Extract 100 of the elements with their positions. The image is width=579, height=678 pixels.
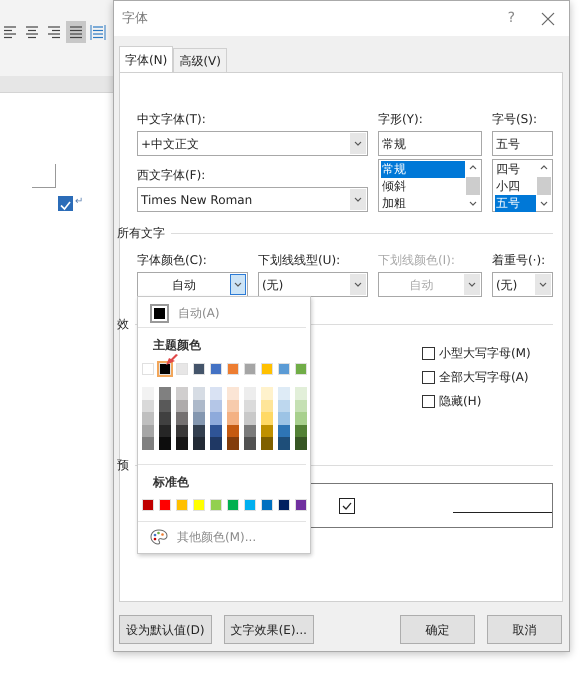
tab[interactable]: 高级(V) bbox=[173, 48, 227, 72]
color-swatch[interactable] bbox=[227, 387, 239, 400]
list-item[interactable]: 常规 bbox=[381, 161, 465, 178]
color-swatch[interactable] bbox=[295, 498, 307, 511]
color-swatch[interactable] bbox=[159, 424, 171, 438]
color-swatch[interactable] bbox=[261, 424, 273, 438]
color-swatch[interactable] bbox=[193, 412, 205, 425]
checkbox[interactable] bbox=[422, 346, 435, 360]
color-swatch[interactable] bbox=[210, 424, 222, 438]
color-swatch[interactable] bbox=[261, 387, 273, 400]
list-box[interactable]: 常规 倾斜 加粗 bbox=[378, 159, 482, 212]
color-swatch[interactable] bbox=[278, 424, 290, 438]
color-swatch[interactable] bbox=[295, 412, 307, 425]
color-swatch[interactable] bbox=[295, 400, 307, 412]
list-box[interactable]: 四号 小四 五号 bbox=[492, 159, 553, 212]
list-item[interactable]: 四号 bbox=[495, 161, 536, 178]
color-swatch[interactable] bbox=[210, 387, 222, 400]
color-swatch[interactable] bbox=[278, 498, 290, 511]
color-swatch[interactable] bbox=[244, 363, 256, 375]
color-swatch[interactable] bbox=[142, 424, 154, 438]
input-field[interactable]: 五号 bbox=[492, 131, 553, 156]
dialog-button[interactable]: 取消 bbox=[487, 615, 562, 644]
dropdown-button[interactable] bbox=[535, 274, 551, 295]
combo-box[interactable]: (无) bbox=[258, 272, 368, 297]
color-swatch[interactable] bbox=[244, 400, 256, 412]
color-swatch[interactable] bbox=[193, 498, 205, 511]
color-swatch[interactable] bbox=[244, 412, 256, 425]
color-swatch[interactable] bbox=[244, 498, 256, 511]
dialog-button[interactable]: 设为默认值(D) bbox=[119, 615, 212, 644]
color-swatch[interactable] bbox=[193, 387, 205, 400]
color-swatch[interactable] bbox=[261, 363, 273, 375]
checkbox[interactable] bbox=[422, 394, 435, 408]
justify-button[interactable] bbox=[66, 21, 86, 43]
color-swatch[interactable] bbox=[210, 412, 222, 425]
list-item[interactable]: 加粗 bbox=[381, 195, 465, 212]
color-swatch[interactable] bbox=[159, 437, 171, 450]
color-swatch[interactable] bbox=[176, 424, 188, 438]
menu-item[interactable]: 其他颜色(M)... bbox=[142, 526, 302, 548]
color-swatch[interactable] bbox=[227, 363, 239, 375]
color-swatch[interactable] bbox=[159, 400, 171, 412]
close-button[interactable] bbox=[541, 12, 555, 26]
color-swatch[interactable] bbox=[278, 400, 290, 412]
color-swatch[interactable] bbox=[142, 498, 154, 511]
dialog-button[interactable]: 文字效果(E)... bbox=[224, 615, 314, 644]
color-swatch[interactable] bbox=[278, 412, 290, 425]
combo-box[interactable]: 自动 bbox=[137, 272, 248, 297]
color-swatch[interactable] bbox=[193, 437, 205, 450]
color-swatch[interactable] bbox=[261, 498, 273, 511]
dropdown-button[interactable] bbox=[350, 274, 366, 295]
menu-item[interactable]: 自动(A) bbox=[142, 302, 302, 324]
color-swatch[interactable] bbox=[210, 363, 222, 375]
color-swatch[interactable] bbox=[210, 498, 222, 511]
color-swatch[interactable] bbox=[295, 424, 307, 438]
color-swatch[interactable] bbox=[159, 387, 171, 400]
color-swatch[interactable] bbox=[278, 437, 290, 450]
color-swatch[interactable] bbox=[227, 437, 239, 450]
color-swatch[interactable] bbox=[244, 424, 256, 438]
color-swatch[interactable] bbox=[210, 437, 222, 450]
combo-box[interactable]: (无) bbox=[492, 272, 553, 297]
input-field[interactable]: 常规 bbox=[378, 131, 482, 156]
tab[interactable]: 字体(N) bbox=[119, 46, 174, 73]
dropdown-button[interactable] bbox=[350, 189, 366, 210]
color-swatch[interactable] bbox=[193, 363, 205, 375]
dropdown-button[interactable] bbox=[350, 133, 366, 154]
color-swatch[interactable] bbox=[176, 400, 188, 412]
dropdown-button[interactable] bbox=[230, 274, 246, 295]
color-swatch[interactable] bbox=[227, 498, 239, 511]
combo-box[interactable]: +中文正文 bbox=[137, 131, 368, 156]
list-item[interactable]: 五号 bbox=[495, 195, 536, 212]
color-swatch[interactable] bbox=[295, 387, 307, 400]
color-swatch[interactable] bbox=[295, 437, 307, 450]
color-swatch[interactable] bbox=[142, 412, 154, 425]
help-button[interactable]: ? bbox=[508, 8, 515, 29]
checkbox[interactable] bbox=[422, 370, 435, 384]
color-swatch[interactable] bbox=[176, 387, 188, 400]
color-swatch[interactable] bbox=[176, 437, 188, 450]
color-swatch[interactable] bbox=[176, 363, 188, 375]
color-swatch[interactable] bbox=[295, 363, 307, 375]
color-swatch[interactable] bbox=[176, 498, 188, 511]
color-swatch[interactable] bbox=[227, 412, 239, 425]
color-swatch[interactable] bbox=[159, 412, 171, 425]
checkbox[interactable] bbox=[58, 196, 73, 211]
color-swatch[interactable] bbox=[193, 400, 205, 412]
combo-box[interactable]: Times New Roman bbox=[137, 187, 368, 212]
color-swatch[interactable] bbox=[227, 424, 239, 438]
list-item[interactable]: 倾斜 bbox=[381, 178, 465, 195]
color-swatch[interactable] bbox=[244, 437, 256, 450]
color-swatch[interactable] bbox=[159, 363, 171, 375]
color-swatch[interactable] bbox=[244, 387, 256, 400]
color-swatch[interactable] bbox=[142, 400, 154, 412]
color-swatch[interactable] bbox=[142, 363, 154, 375]
color-swatch[interactable] bbox=[261, 400, 273, 412]
color-swatch[interactable] bbox=[210, 400, 222, 412]
color-swatch[interactable] bbox=[278, 387, 290, 400]
color-swatch[interactable] bbox=[142, 387, 154, 400]
color-swatch[interactable] bbox=[261, 412, 273, 425]
dialog-button[interactable]: 确定 bbox=[400, 615, 475, 644]
color-swatch[interactable] bbox=[159, 498, 171, 511]
color-swatch[interactable] bbox=[227, 400, 239, 412]
color-swatch[interactable] bbox=[142, 437, 154, 450]
